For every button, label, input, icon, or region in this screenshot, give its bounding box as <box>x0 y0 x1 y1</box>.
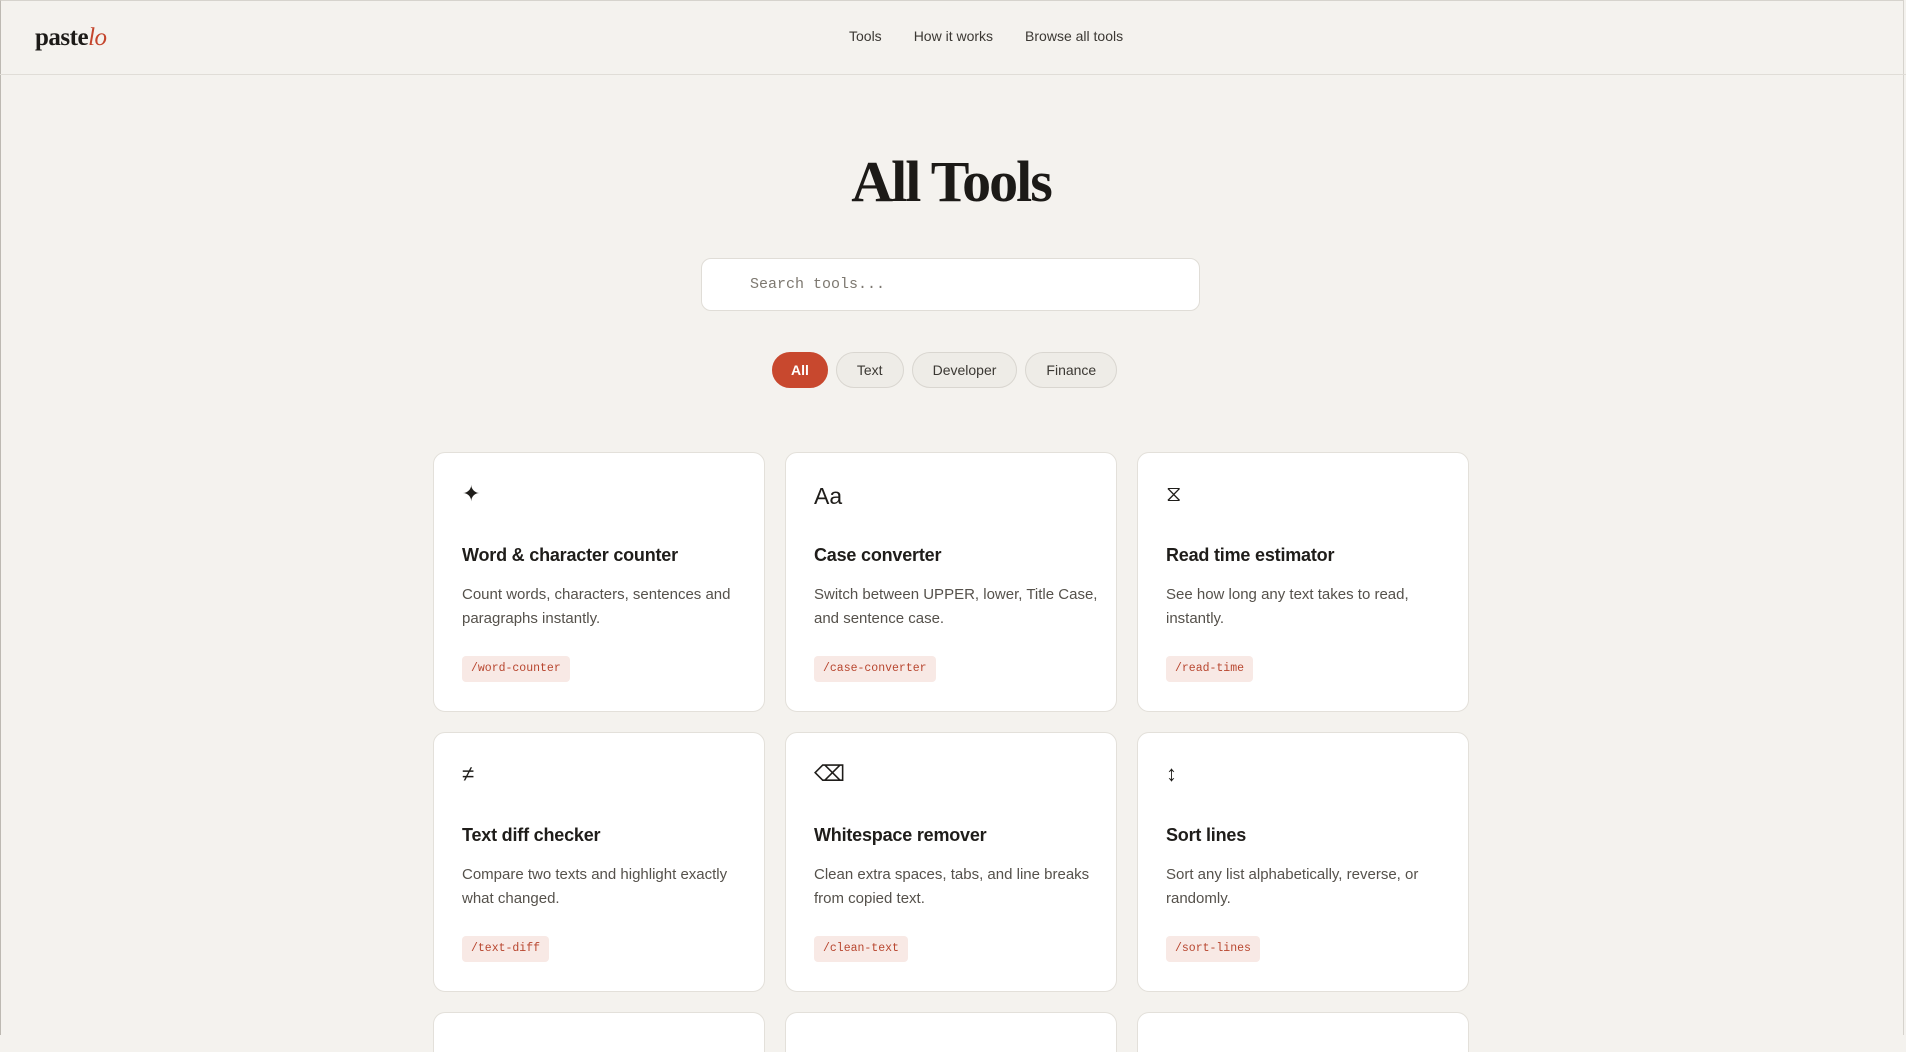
main-nav: Tools How it works Browse all tools <box>849 28 1123 44</box>
tool-card-text-diff[interactable]: ≠ Text diff checker Compare two texts an… <box>433 732 765 992</box>
tool-title: Whitespace remover <box>814 825 987 845</box>
logo[interactable]: pastelo <box>35 24 107 52</box>
erase-icon: ⌫ <box>814 761 846 786</box>
page-title: All Tools <box>851 149 1053 214</box>
site-header: pastelo Tools How it works Browse all to… <box>0 0 1906 75</box>
tool-card-partial[interactable] <box>1137 1012 1469 1052</box>
tool-slug: /read-time <box>1166 656 1254 682</box>
tool-slug: /clean-text <box>814 936 908 962</box>
tool-card-case-converter[interactable]: Aa Case converter Switch between UPPER, … <box>785 452 1117 712</box>
tool-slug: /sort-lines <box>1166 936 1260 962</box>
tool-title: Case converter <box>814 545 942 565</box>
tool-title: Word & character counter <box>462 545 678 565</box>
filter-all[interactable]: All <box>772 352 828 388</box>
tool-card-partial[interactable] <box>433 1012 765 1052</box>
tools-grid: ✦ Word & character counter Count words, … <box>433 452 1470 1052</box>
tool-description: Sort any list alphabetically, reverse, o… <box>1166 866 1419 907</box>
sort-arrows-icon: ↕ <box>1166 761 1177 786</box>
filter-finance[interactable]: Finance <box>1025 352 1118 388</box>
tool-title: Read time estimator <box>1166 545 1335 565</box>
nav-browse-all-tools[interactable]: Browse all tools <box>1025 28 1123 44</box>
tool-card-read-time[interactable]: ⧖ Read time estimator See how long any t… <box>1137 452 1469 712</box>
tool-description: Switch between UPPER, lower, Title Case,… <box>814 586 1098 627</box>
tool-title: Text diff checker <box>462 825 601 845</box>
nav-how-it-works[interactable]: How it works <box>914 28 993 44</box>
sparkle-icon: ✦ <box>462 481 481 506</box>
search-input[interactable] <box>750 259 1170 310</box>
tool-description: Compare two texts and highlight exactly … <box>462 866 728 907</box>
tool-title: Sort lines <box>1166 825 1247 845</box>
tool-slug: /text-diff <box>462 936 550 962</box>
category-filters: All Text Developer Finance <box>772 352 1118 388</box>
hourglass-icon: ⧖ <box>1166 481 1182 506</box>
tool-card-partial[interactable] <box>785 1012 1117 1052</box>
not-equal-icon: ≠ <box>462 761 475 786</box>
tool-slug: /word-counter <box>462 656 570 682</box>
tool-description: Clean extra spaces, tabs, and line break… <box>814 866 1090 907</box>
filter-developer[interactable]: Developer <box>911 352 1018 388</box>
filter-text[interactable]: Text <box>835 352 904 388</box>
tool-description: Count words, characters, sentences and p… <box>462 586 731 627</box>
tool-card-word-counter[interactable]: ✦ Word & character counter Count words, … <box>433 452 765 712</box>
text-case-icon: Aa <box>814 483 843 509</box>
tool-card-clean-text[interactable]: ⌫ Whitespace remover Clean extra spaces,… <box>785 732 1117 992</box>
tool-description: See how long any text takes to read, ins… <box>1166 586 1409 627</box>
search-box <box>701 258 1200 311</box>
tool-slug: /case-converter <box>814 656 936 682</box>
tool-card-sort-lines[interactable]: ↕ Sort lines Sort any list alphabeticall… <box>1137 732 1469 992</box>
nav-tools[interactable]: Tools <box>849 28 882 44</box>
